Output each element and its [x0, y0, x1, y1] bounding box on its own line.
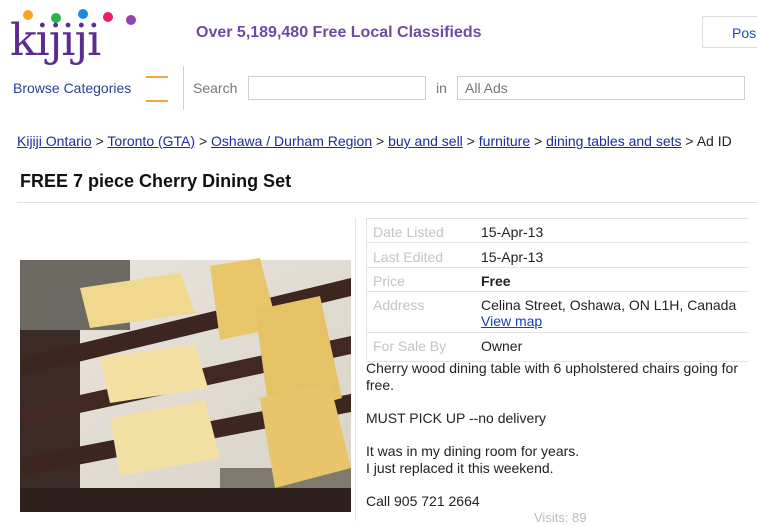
detail-label: Last Edited: [373, 249, 444, 265]
listing-description: Cherry wood dining table with 6 upholste…: [366, 360, 751, 526]
category-select[interactable]: All Ads: [457, 76, 745, 100]
price-value: Free: [481, 273, 511, 289]
breadcrumb-furniture[interactable]: furniture: [479, 133, 530, 149]
listing-photo[interactable]: [20, 218, 351, 512]
title-divider: [17, 202, 757, 203]
breadcrumb-dining-tables[interactable]: dining tables and sets: [546, 133, 681, 149]
row-divider: [367, 291, 749, 292]
detail-value: Owner: [481, 338, 523, 354]
breadcrumb-oshawa-durham[interactable]: Oshawa / Durham Region: [211, 133, 372, 149]
row-divider: [367, 332, 749, 333]
detail-label: Price: [373, 273, 405, 289]
post-ad-button[interactable]: Pos: [702, 16, 757, 48]
description-paragraph: I just replaced it this weekend.: [366, 460, 554, 476]
kijiji-logo[interactable]: kijiji: [10, 6, 138, 66]
description-paragraph: Cherry wood dining table with 6 upholste…: [366, 360, 738, 393]
visit-counter: Visits: 89: [534, 510, 587, 525]
logo-wordmark: kijiji: [10, 15, 101, 66]
tagline: Over 5,189,480 Free Local Classifieds: [196, 24, 482, 41]
breadcrumb: Kijiji Ontario > Toronto (GTA) > Oshawa …: [17, 133, 732, 149]
address-value: Celina Street, Oshawa, ON L1H, Canada: [481, 297, 737, 313]
breadcrumb-ad-id: > Ad ID: [685, 133, 732, 149]
detail-label: Address: [373, 297, 425, 313]
detail-label: Date Listed: [373, 224, 444, 240]
detail-value: 15-Apr-13: [481, 224, 544, 240]
view-map-link[interactable]: View map: [481, 313, 542, 329]
breadcrumb-buy-and-sell[interactable]: buy and sell: [388, 133, 463, 149]
search-label: Search: [193, 80, 238, 96]
dining-set-photo: [20, 218, 351, 512]
breadcrumb-kijiji-ontario[interactable]: Kijiji Ontario: [17, 133, 92, 149]
column-divider: [355, 218, 356, 521]
post-ad-label: Pos: [732, 25, 757, 41]
detail-value: 15-Apr-13: [481, 249, 544, 265]
row-divider: [367, 267, 749, 268]
in-label: in: [436, 80, 447, 96]
description-paragraph: Call 905 721 2664: [366, 493, 480, 509]
categories-menu-icon[interactable]: [146, 76, 168, 104]
nav-divider: [183, 66, 184, 110]
description-paragraph: MUST PICK UP --no delivery: [366, 410, 546, 426]
description-paragraph: It was in my dining room for years.: [366, 443, 580, 459]
listing-details: Date Listed 15-Apr-13 Last Edited 15-Apr…: [366, 218, 749, 362]
breadcrumb-toronto[interactable]: Toronto (GTA): [107, 133, 195, 149]
row-divider: [367, 242, 749, 243]
listing-title: FREE 7 piece Cherry Dining Set: [20, 171, 292, 191]
browse-categories-link[interactable]: Browse Categories: [13, 80, 131, 96]
search-input[interactable]: [248, 76, 426, 100]
detail-label: For Sale By: [373, 338, 447, 354]
